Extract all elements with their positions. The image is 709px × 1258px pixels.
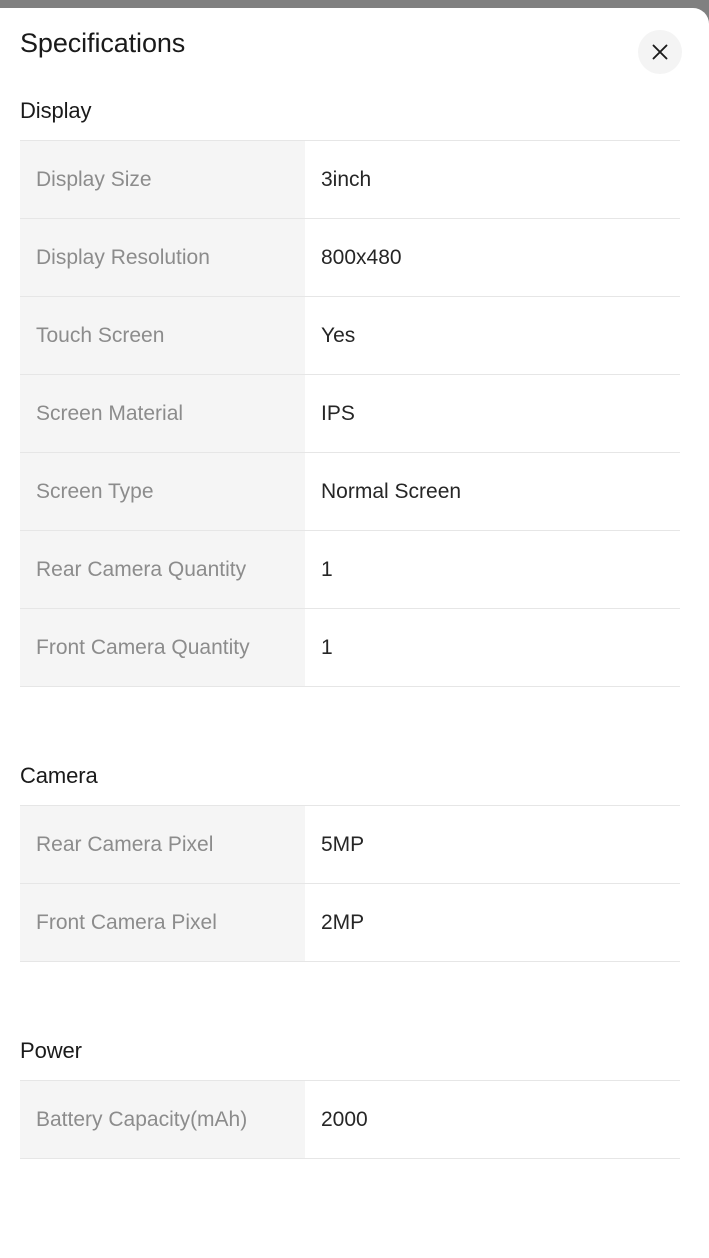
table-row: Rear Camera Quantity 1 xyxy=(20,531,680,609)
table-row: Front Camera Pixel 2MP xyxy=(20,884,680,962)
table-row: Display Resolution 800x480 xyxy=(20,219,680,297)
spec-label: Screen Material xyxy=(20,375,305,452)
spec-value: 1 xyxy=(305,531,680,608)
spec-label: Front Camera Quantity xyxy=(20,609,305,686)
close-icon xyxy=(650,42,670,62)
spec-value: 800x480 xyxy=(305,219,680,296)
spec-label: Rear Camera Quantity xyxy=(20,531,305,608)
spec-label: Touch Screen xyxy=(20,297,305,374)
spec-label: Display Resolution xyxy=(20,219,305,296)
spec-value: 5MP xyxy=(305,806,680,883)
spec-table: Rear Camera Pixel 5MP Front Camera Pixel 2M… xyxy=(20,805,680,962)
spec-value: Yes xyxy=(305,297,680,374)
spec-label: Screen Type xyxy=(20,453,305,530)
spec-value: 2000 xyxy=(305,1081,680,1158)
spec-table: Display Size 3inch Display Resolution 800x4… xyxy=(20,140,680,687)
close-button[interactable] xyxy=(638,30,682,74)
specifications-sections: Display Display Size 3inch Display Resoluti… xyxy=(0,100,709,1159)
table-row: Touch Screen Yes xyxy=(20,297,680,375)
section-heading: Camera xyxy=(20,763,98,788)
spec-value: 2MP xyxy=(305,884,680,961)
spec-section: Display Display Size 3inch Display Resoluti… xyxy=(0,100,709,687)
specifications-modal: Specifications Display Display Size 3inch D… xyxy=(0,8,709,1258)
spec-value: 1 xyxy=(305,609,680,686)
page-title: Specifications xyxy=(20,28,186,58)
spec-section: Power Battery Capacity(mAh) 2000 xyxy=(0,1040,709,1159)
table-row: Display Size 3inch xyxy=(20,141,680,219)
spec-label: Front Camera Pixel xyxy=(20,884,305,961)
modal-header: Specifications xyxy=(0,8,709,100)
table-row: Screen Type Normal Screen xyxy=(20,453,680,531)
spec-table: Battery Capacity(mAh) 2000 xyxy=(20,1080,680,1159)
table-row: Rear Camera Pixel 5MP xyxy=(20,806,680,884)
spec-label: Display Size xyxy=(20,141,305,218)
table-row: Front Camera Quantity 1 xyxy=(20,609,680,687)
spec-label: Battery Capacity(mAh) xyxy=(20,1081,305,1158)
table-row: Screen Material IPS xyxy=(20,375,680,453)
spec-section: Camera Rear Camera Pixel 5MP Front Camera P… xyxy=(0,765,709,962)
spec-label: Rear Camera Pixel xyxy=(20,806,305,883)
spec-value: IPS xyxy=(305,375,680,452)
table-row: Battery Capacity(mAh) 2000 xyxy=(20,1081,680,1159)
spec-value: 3inch xyxy=(305,141,680,218)
section-heading: Power xyxy=(20,1038,82,1063)
section-heading: Display xyxy=(20,98,92,123)
spec-value: Normal Screen xyxy=(305,453,680,530)
